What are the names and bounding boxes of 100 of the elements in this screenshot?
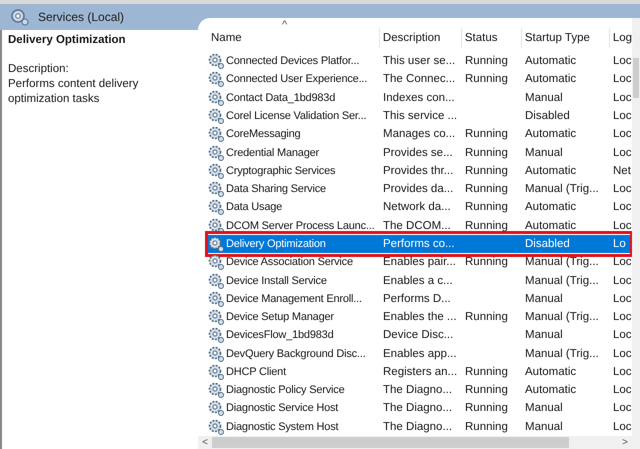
table-cell: Corel License Validation Ser... <box>226 110 366 122</box>
horizontal-scrollbar[interactable]: < > <box>198 436 632 449</box>
table-cell: Device Management Enroll... <box>226 292 362 305</box>
description-text: Performs content delivery optimization tasks <box>8 77 140 107</box>
table-cell: The Diagno... <box>383 420 452 433</box>
vertical-scrollbar[interactable] <box>632 18 640 449</box>
table-cell: Loc <box>613 329 632 342</box>
service-row[interactable]: DCOM Server Process Launc... The DCOM... Running Automatic Loc <box>208 216 632 235</box>
gear-icon <box>208 108 224 124</box>
table-cell: Connected Devices Platfor... <box>226 55 360 68</box>
table-cell: Manual (Trig... <box>525 311 599 324</box>
column-header[interactable]: Startup Type <box>522 28 610 48</box>
gear-icon <box>208 400 224 416</box>
table-cell: Loc <box>613 128 632 140</box>
table-cell: Diagnostic Policy Service <box>226 384 344 396</box>
column-header[interactable]: Log <box>610 28 632 48</box>
column-header[interactable]: Description <box>380 28 462 48</box>
table-cell: Automatic <box>525 220 576 232</box>
table-cell: Connected User Experience... <box>226 73 368 86</box>
gear-icon <box>208 364 224 380</box>
table-cell: Loc <box>613 366 632 378</box>
service-row[interactable]: Connected Devices Platfor... This user se... Running Automatic Loc <box>208 52 632 70</box>
table-cell: Running <box>465 420 508 433</box>
table-cell: Loc <box>613 55 632 68</box>
scroll-right-arrow[interactable]: > <box>618 437 632 448</box>
table-cell: Automatic <box>525 164 576 177</box>
table-cell: CoreMessaging <box>226 128 300 140</box>
table-cell: Enables pair... <box>383 256 456 268</box>
service-row[interactable]: DevicesFlow_1bd983d Device Disc... Manual Loc <box>208 326 632 344</box>
table-cell: Loc <box>613 92 632 104</box>
service-row[interactable]: Diagnostic Service Host The Diagno... Running Manual Loc <box>208 399 632 418</box>
service-row[interactable]: Data Sharing Service Provides da... Running Manual (Trig... Loc <box>208 180 632 198</box>
table-cell: This service ... <box>383 110 458 122</box>
service-row[interactable]: Contact Data_1bd983d Indexes con... Manual Loc <box>208 88 632 107</box>
gear-icon <box>208 346 224 362</box>
gear-icon <box>208 309 224 326</box>
description-label: Description: <box>8 62 70 77</box>
gear-icon <box>208 254 224 270</box>
table-cell: Enables a c... <box>383 274 453 287</box>
service-row[interactable]: Device Install Service Enables a c... Manual (Trig... Loc <box>208 271 632 290</box>
table-cell: Lo <box>613 238 626 250</box>
service-row[interactable]: Data Usage Network da... Running Automatic Loc <box>208 198 632 217</box>
table-cell: Manual (Trig... <box>525 348 599 360</box>
table-cell: Automatic <box>525 384 576 396</box>
service-row[interactable]: Credential Manager Provides se... Running Manual Loc <box>208 143 632 162</box>
gear-icon <box>208 90 224 106</box>
table-cell: Loc <box>613 73 632 86</box>
table-cell: Delivery Optimization <box>226 238 326 250</box>
table-cell: DHCP Client <box>226 366 286 378</box>
service-row[interactable]: Corel License Validation Ser... This service ... Disabled Loc <box>208 106 632 126</box>
table-cell: Loc <box>613 274 632 287</box>
table-cell: Loc <box>613 348 632 360</box>
gear-icon <box>208 327 224 344</box>
table-cell: DCOM Server Process Launc... <box>226 220 374 232</box>
table-cell: Automatic <box>525 366 576 378</box>
table-cell: Manual <box>525 292 563 305</box>
table-cell: Loc <box>613 256 632 268</box>
table-cell: Loc <box>613 384 632 396</box>
table-cell: Loc <box>613 292 632 305</box>
table-cell: Credential Manager <box>226 146 320 159</box>
gear-icon <box>208 218 224 234</box>
table-cell: Running <box>465 55 508 68</box>
table-cell: Running <box>465 183 508 196</box>
table-cell: Running <box>465 256 508 268</box>
table-cell: Provides thr... <box>383 164 454 177</box>
table-cell: Running <box>465 384 508 396</box>
scroll-left-arrow[interactable]: < <box>198 437 212 448</box>
gear-icon <box>208 181 224 198</box>
table-cell: The Diagno... <box>383 402 452 414</box>
gear-icon <box>208 71 224 88</box>
table-cell: DevQuery Background Disc... <box>226 348 366 360</box>
service-row[interactable]: DHCP Client Registers an... Running Automatic Loc <box>208 362 632 382</box>
service-row[interactable]: Connected User Experience... The Connec... Running Automatic Loc <box>208 70 632 89</box>
table-cell: Manual <box>525 402 563 414</box>
service-row[interactable]: DevQuery Background Disc... Enables app... Manual (Trig... Loc <box>208 344 632 363</box>
column-header[interactable]: Status <box>462 28 522 48</box>
table-cell: Registers an... <box>383 366 458 378</box>
table-cell: Running <box>465 146 508 159</box>
table-cell: Device Install Service <box>226 274 327 287</box>
table-cell: Diagnostic System Host <box>226 420 338 433</box>
scroll-thumb[interactable] <box>212 437 570 448</box>
table-cell: Automatic <box>525 201 576 214</box>
service-row[interactable]: Cryptographic Services Provides thr... Running Automatic Net <box>208 162 632 180</box>
service-row[interactable]: Diagnostic Policy Service The Diagno... Running Automatic Loc <box>208 381 632 400</box>
service-row[interactable]: Device Association Service Enables pair... Running Manual (Trig... Loc <box>208 253 632 272</box>
service-row[interactable]: CoreMessaging Manages co... Running Automatic Loc <box>208 125 632 144</box>
table-cell: Manual <box>525 146 563 159</box>
table-cell: Enables app... <box>383 348 457 360</box>
table-cell: Device Setup Manager <box>226 311 334 324</box>
service-row[interactable]: Device Setup Manager Enables the ... Running Manual (Trig... Loc <box>208 308 632 326</box>
service-row[interactable]: Diagnostic System Host The Diagno... Running Manual Loc <box>208 418 632 436</box>
table-cell: Data Sharing Service <box>226 183 326 196</box>
gear-icon <box>208 290 224 307</box>
table-cell: The Connec... <box>383 73 456 86</box>
table-cell: Manages co... <box>383 128 456 140</box>
table-cell: Provides da... <box>383 183 454 196</box>
service-row[interactable]: Device Management Enroll... Performs D... Manual Loc <box>208 290 632 308</box>
table-cell: Loc <box>613 183 632 196</box>
table-cell: Device Association Service <box>226 256 353 268</box>
gear-icon <box>208 199 224 216</box>
